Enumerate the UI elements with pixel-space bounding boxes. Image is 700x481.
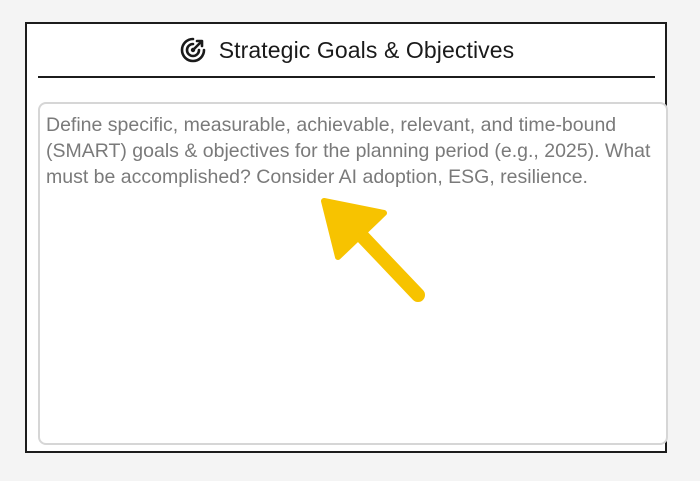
card-title: Strategic Goals & Objectives [218, 36, 515, 63]
goals-card: Strategic Goals & Objectives [25, 22, 668, 453]
card-header: Strategic Goals & Objectives [38, 24, 655, 78]
target-refresh-icon [179, 36, 207, 64]
goals-field-frame [38, 102, 668, 445]
goals-objectives-textarea[interactable] [40, 104, 666, 443]
